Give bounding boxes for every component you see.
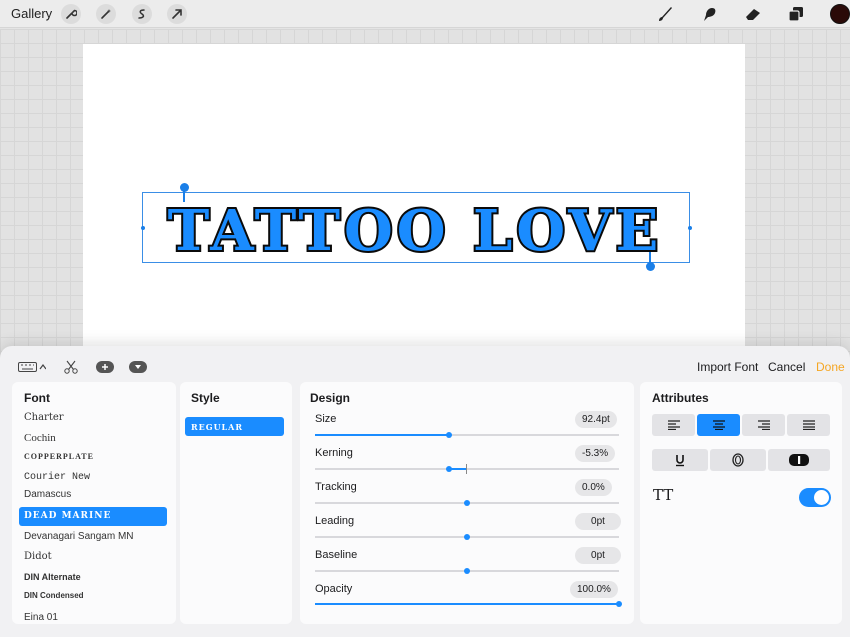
font-header: Font xyxy=(24,391,50,405)
smudge-icon[interactable] xyxy=(698,4,720,24)
magic-wand-icon[interactable] xyxy=(96,4,116,24)
font-item-din-alternate[interactable]: DIN Alternate xyxy=(24,572,81,582)
chevron-down-icon xyxy=(129,361,147,373)
plus-icon xyxy=(96,361,114,373)
kerning-slider[interactable] xyxy=(315,464,619,474)
layers-icon[interactable] xyxy=(785,4,807,24)
align-justify-button[interactable] xyxy=(787,414,830,436)
baseline-slider[interactable] xyxy=(315,568,619,574)
style-item-regular-label: REGULAR xyxy=(191,422,244,432)
italic-button[interactable] xyxy=(768,449,830,471)
align-left-icon xyxy=(667,420,680,430)
leading-label: Leading xyxy=(315,515,355,527)
selection-handle-right[interactable] xyxy=(688,226,692,230)
opacity-value[interactable]: 100.0% xyxy=(570,581,618,598)
opacity-label: Opacity xyxy=(315,583,353,595)
wrench-icon[interactable] xyxy=(61,4,81,24)
align-center-button[interactable] xyxy=(697,414,740,436)
color-swatch[interactable] xyxy=(830,4,850,24)
baseline-value[interactable]: 0pt xyxy=(575,547,621,564)
kerning-label: Kerning xyxy=(315,447,353,459)
all-caps-toggle-knob xyxy=(814,490,829,505)
align-right-icon xyxy=(757,420,770,430)
underline-icon xyxy=(676,455,684,467)
leading-slider-knob[interactable] xyxy=(464,534,470,540)
outline-button[interactable] xyxy=(710,449,766,471)
align-center-icon xyxy=(712,420,725,430)
size-slider[interactable] xyxy=(315,432,619,438)
kerning-slider-offset xyxy=(448,468,467,470)
all-caps-toggle[interactable] xyxy=(799,488,831,507)
font-item-cochin[interactable]: Cochin xyxy=(24,432,56,444)
font-item-devanagari[interactable]: Devanagari Sangam MN xyxy=(24,531,134,542)
keyboard-toggle-button[interactable] xyxy=(18,357,46,377)
text-layer-content: TATTOO LOVE xyxy=(168,198,663,260)
gallery-button[interactable]: Gallery xyxy=(11,6,52,21)
leading-slider[interactable] xyxy=(315,534,619,540)
font-item-damascus[interactable]: Damascus xyxy=(24,489,71,500)
attributes-header: Attributes xyxy=(652,391,709,405)
scissors-icon[interactable] xyxy=(63,357,79,377)
tracking-slider-knob[interactable] xyxy=(464,500,470,506)
font-item-copperplate[interactable]: COPPERPLATE xyxy=(24,452,94,461)
done-button[interactable]: Done xyxy=(816,360,845,374)
opacity-slider[interactable] xyxy=(315,601,622,607)
size-slider-fill xyxy=(315,434,449,436)
cancel-button[interactable]: Cancel xyxy=(768,360,805,374)
leading-value[interactable]: 0pt xyxy=(575,513,621,530)
align-left-button[interactable] xyxy=(652,414,695,436)
font-item-eina[interactable]: Eina 01 xyxy=(24,612,58,623)
selection-icon[interactable] xyxy=(132,4,152,24)
outline-icon xyxy=(732,453,744,467)
style-header: Style xyxy=(191,391,220,405)
add-button[interactable] xyxy=(96,357,114,377)
font-item-dead-marine-label: DEAD MARINE xyxy=(24,511,112,521)
kerning-center-tick xyxy=(466,464,467,474)
font-item-din-condensed[interactable]: DIN Condensed xyxy=(24,591,84,600)
brush-icon[interactable] xyxy=(654,4,676,24)
keyboard-icon xyxy=(18,362,46,372)
baseline-label: Baseline xyxy=(315,549,358,561)
size-slider-knob[interactable] xyxy=(446,432,452,438)
selection-handle-top[interactable] xyxy=(180,183,189,192)
transform-arrow-icon[interactable] xyxy=(167,4,187,24)
tracking-label: Tracking xyxy=(315,481,357,493)
baseline-slider-knob[interactable] xyxy=(464,568,470,574)
all-caps-label: TT xyxy=(653,486,674,504)
opacity-slider-knob[interactable] xyxy=(616,601,622,607)
opacity-slider-fill xyxy=(315,603,619,605)
font-item-charter[interactable]: Charter xyxy=(24,412,64,423)
tracking-value[interactable]: 0.0% xyxy=(575,479,612,496)
top-toolbar: Gallery xyxy=(0,0,850,28)
tracking-slider[interactable] xyxy=(315,500,619,506)
align-right-button[interactable] xyxy=(742,414,785,436)
size-label: Size xyxy=(315,413,337,425)
italic-icon xyxy=(789,454,809,466)
selection-handle-left[interactable] xyxy=(141,226,145,230)
selection-handle-bottom[interactable] xyxy=(646,262,655,271)
text-layer-artwork[interactable]: TATTOO LOVE xyxy=(150,196,680,260)
underline-button[interactable] xyxy=(652,449,708,471)
kerning-value[interactable]: -5.3% xyxy=(575,445,616,462)
eraser-icon[interactable] xyxy=(742,4,764,24)
design-header: Design xyxy=(310,391,351,405)
font-item-didot[interactable]: Didot xyxy=(24,551,52,562)
font-item-courier-new[interactable]: Courier New xyxy=(24,472,90,483)
more-options-button[interactable] xyxy=(129,357,147,377)
align-justify-icon xyxy=(802,420,815,430)
size-value[interactable]: 92.4pt xyxy=(575,411,617,428)
import-font-button[interactable]: Import Font xyxy=(697,360,758,374)
